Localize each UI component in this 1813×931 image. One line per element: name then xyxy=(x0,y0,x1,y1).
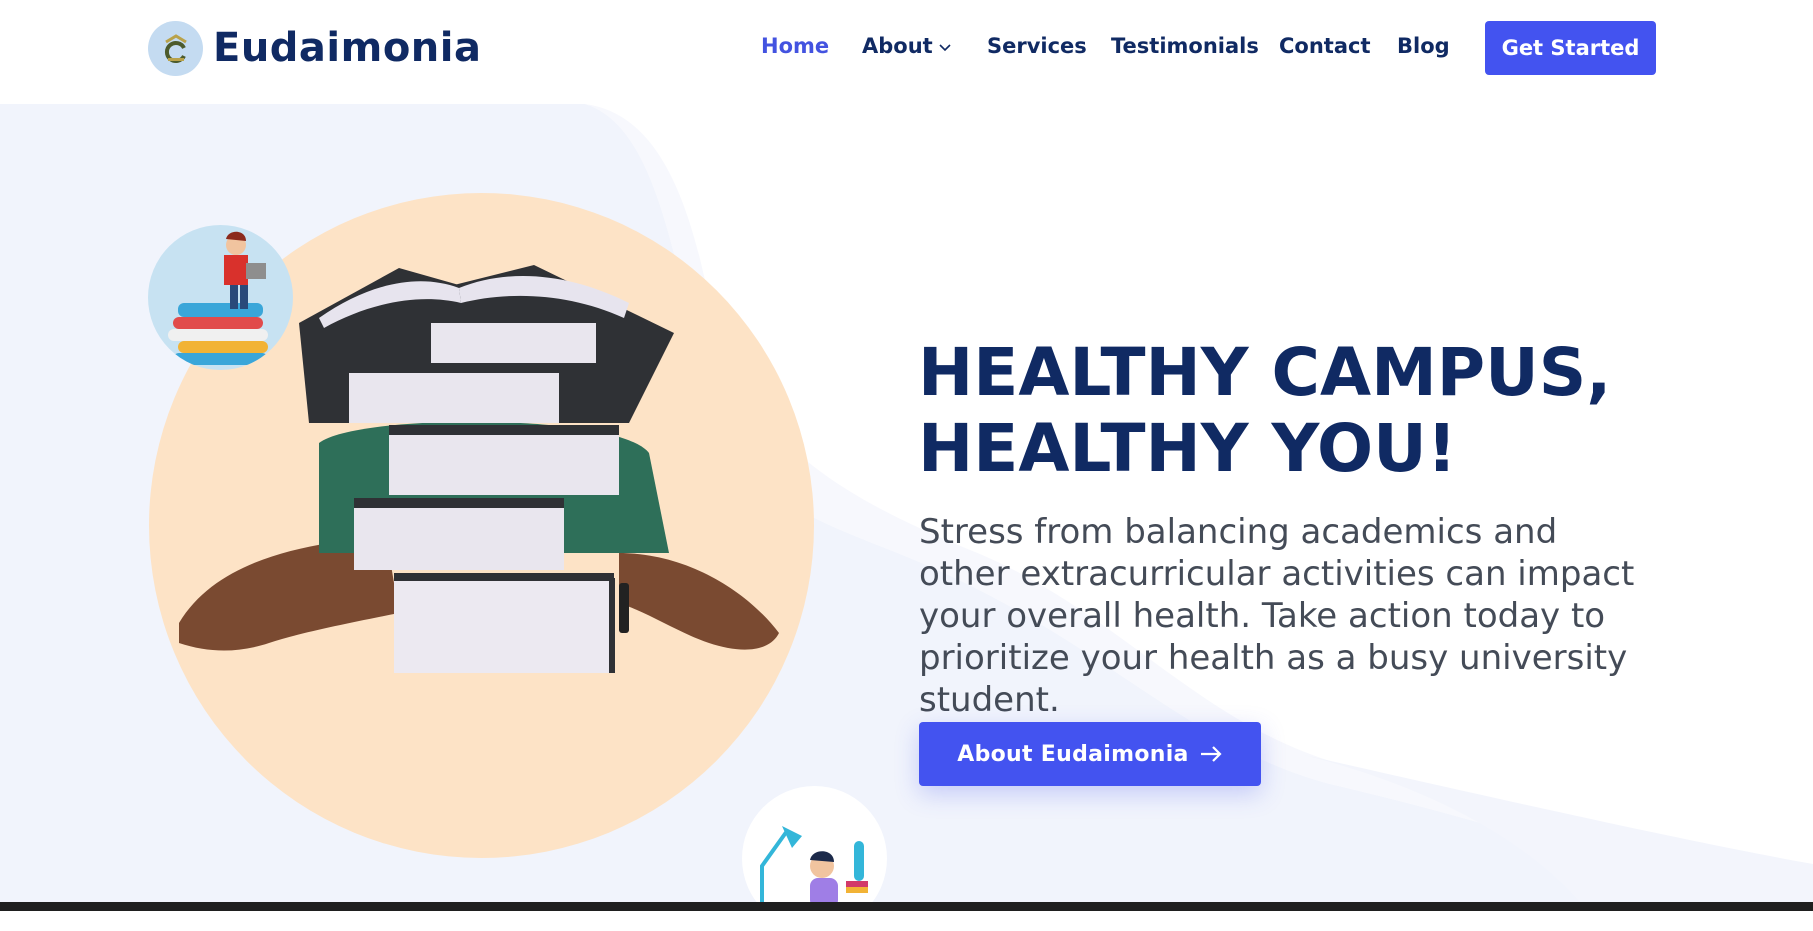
nav-about-label: About xyxy=(862,34,933,58)
nav-contact[interactable]: Contact xyxy=(1279,34,1371,58)
brand-name: Eudaimonia xyxy=(213,25,482,71)
nav-services[interactable]: Services xyxy=(987,34,1087,58)
site-header: Eudaimonia Home About Services Testimoni… xyxy=(0,0,1813,104)
brand-logo[interactable]: Eudaimonia xyxy=(148,20,481,76)
nav-home[interactable]: Home xyxy=(761,34,829,58)
window-bottom-edge xyxy=(0,902,1813,911)
nav-blog[interactable]: Blog xyxy=(1397,34,1450,58)
eudaimonia-logo-icon xyxy=(148,20,203,76)
nav-about[interactable]: About xyxy=(862,34,953,58)
nav-testimonials[interactable]: Testimonials xyxy=(1111,34,1259,58)
hero-headline: HEALTHY CAMPUS, HEALTHY YOU! xyxy=(918,335,1678,487)
hero-headline-line1: HEALTHY CAMPUS, xyxy=(918,334,1612,411)
hero-headline-line2: HEALTHY YOU! xyxy=(918,410,1457,487)
get-started-button[interactable]: Get Started xyxy=(1485,21,1656,75)
hero-description: Stress from balancing academics and othe… xyxy=(919,512,1635,720)
chevron-down-icon xyxy=(939,44,951,52)
arrow-right-icon xyxy=(1200,746,1222,762)
about-eudaimonia-button-label: About Eudaimonia xyxy=(957,741,1189,767)
about-eudaimonia-button[interactable]: About Eudaimonia xyxy=(919,722,1261,786)
career-books-illustration xyxy=(148,225,293,370)
